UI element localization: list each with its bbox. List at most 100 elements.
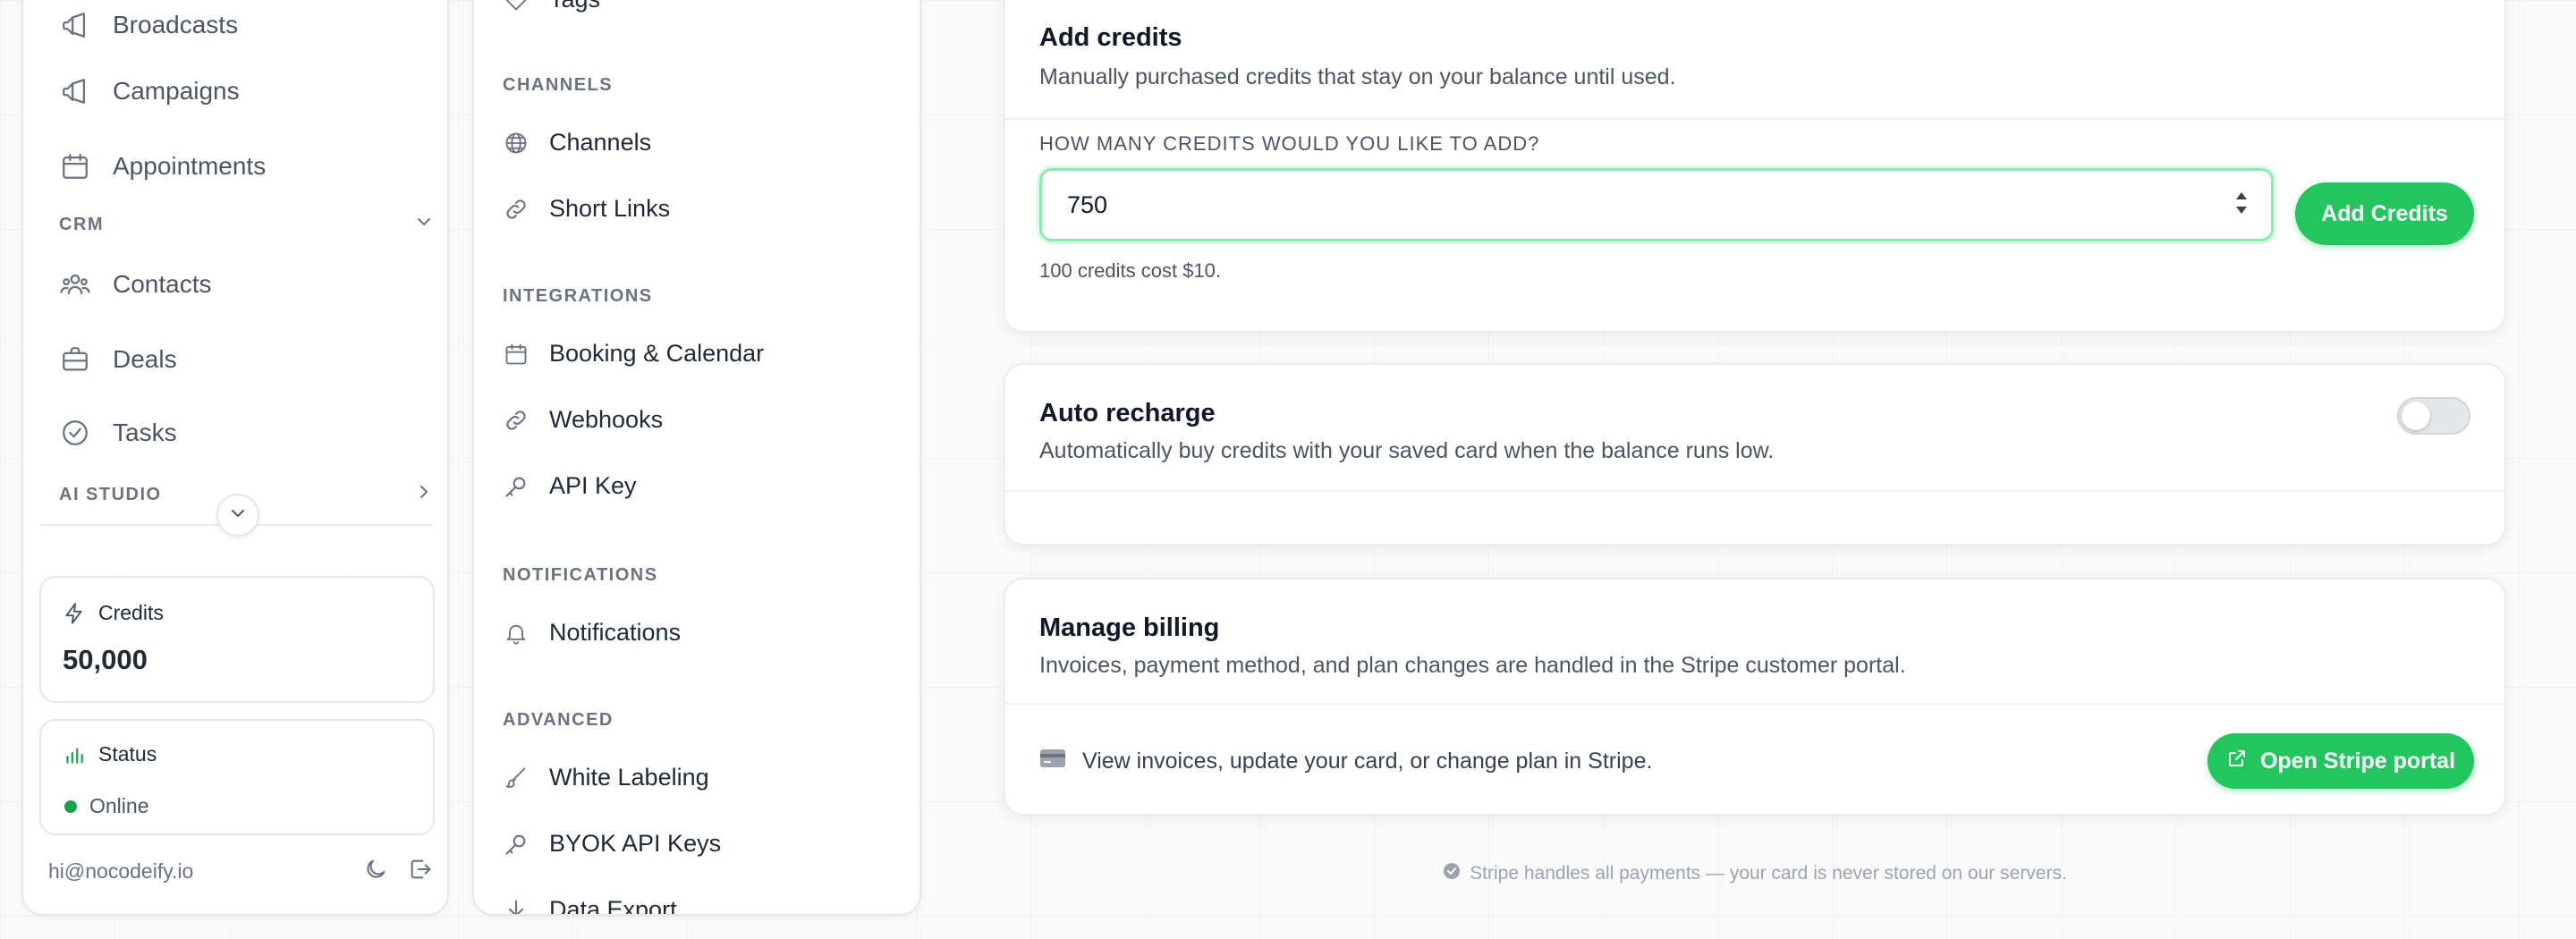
calendar-icon <box>59 150 91 182</box>
section-heading: CHANNELS <box>503 75 614 95</box>
settings-item-label: Booking & Calendar <box>549 340 765 367</box>
credits-quantity-input[interactable]: 750 <box>1039 168 2274 241</box>
bell-icon <box>503 620 530 647</box>
credits-field-label: HOW MANY CREDITS WOULD YOU LIKE TO ADD? <box>1039 132 1540 155</box>
section-heading: AI STUDIO <box>59 484 162 504</box>
auto-recharge-panel: Auto recharge Automatically buy credits … <box>1004 363 2506 546</box>
status-indicator: Online <box>64 794 148 818</box>
settings-item-notifications[interactable]: Notifications <box>503 619 681 647</box>
settings-item-label: White Labeling <box>549 764 709 791</box>
settings-item-webhooks[interactable]: Webhooks <box>503 406 663 434</box>
settings-item-channels[interactable]: Channels <box>503 129 651 156</box>
sidebar-item-label: Appointments <box>113 152 267 180</box>
settings-item-booking-calendar[interactable]: Booking & Calendar <box>503 340 764 368</box>
section-heading: ADVANCED <box>503 710 614 730</box>
main-sidebar: Broadcasts Campaigns Appointments CRM Co… <box>21 0 449 916</box>
panel-divider <box>1005 118 2504 120</box>
users-icon <box>59 268 91 300</box>
settings-item-short-links[interactable]: Short Links <box>503 195 670 223</box>
lightning-icon <box>63 602 86 625</box>
megaphone-icon <box>59 75 91 107</box>
section-heading: CRM <box>59 214 105 234</box>
panel-title: Manage billing <box>1039 613 1220 642</box>
section-heading: INTEGRATIONS <box>503 286 653 306</box>
status-label: Status <box>98 742 157 766</box>
tag-icon <box>503 0 530 13</box>
moon-icon[interactable] <box>363 857 388 886</box>
sidebar-item-contacts[interactable]: Contacts <box>59 258 212 311</box>
footer-actions <box>363 857 433 886</box>
add-credits-panel: Add credits Manually purchased credits t… <box>1004 0 2506 333</box>
bar-chart-icon <box>63 743 86 766</box>
status-value: Online <box>89 794 149 817</box>
sidebar-collapse-button[interactable] <box>216 494 259 537</box>
globe-icon <box>503 130 530 156</box>
panel-title: Add credits <box>1039 23 1182 52</box>
sidebar-item-broadcasts[interactable]: Broadcasts <box>59 0 238 52</box>
sidebar-item-label: Contacts <box>113 270 212 298</box>
settings-item-label: API Key <box>549 472 637 499</box>
panel-description: Manually purchased credits that stay on … <box>1039 64 1676 89</box>
sidebar-item-label: Broadcasts <box>113 11 239 38</box>
sidebar-item-label: Tasks <box>113 419 177 446</box>
status-label-row: Status <box>63 742 157 766</box>
settings-item-data-export[interactable]: Data Export <box>503 896 677 916</box>
settings-nav: Tags CHANNELS Channels Short Links INTEG… <box>472 0 921 916</box>
billing-info-row: View invoices, update your card, or chan… <box>1039 748 1652 775</box>
credits-input-value: 750 <box>1067 190 1108 218</box>
sidebar-item-tasks[interactable]: Tasks <box>59 406 177 460</box>
settings-item-label: Webhooks <box>549 406 664 433</box>
pricing-hint: 100 credits cost $10. <box>1039 259 1222 282</box>
credits-value: 50,000 <box>63 644 148 675</box>
add-credits-button[interactable]: Add Credits <box>2295 182 2474 245</box>
section-heading: NOTIFICATIONS <box>503 565 658 585</box>
credits-label-row: Credits <box>63 601 164 625</box>
auto-recharge-toggle[interactable] <box>2397 397 2470 435</box>
credits-card: Credits 50,000 <box>39 576 435 703</box>
settings-item-label: Tags <box>549 0 600 13</box>
briefcase-icon <box>59 343 91 376</box>
chevron-down-icon <box>227 503 249 529</box>
crm-section-toggle[interactable]: CRM <box>59 211 435 238</box>
panel-description: Invoices, payment method, and plan chang… <box>1039 653 1906 678</box>
sidebar-item-appointments[interactable]: Appointments <box>59 140 266 193</box>
settings-item-label: Notifications <box>549 619 682 646</box>
status-card: Status Online <box>39 719 435 835</box>
logout-icon[interactable] <box>408 857 433 886</box>
check-circle-icon <box>59 417 91 449</box>
footnote-text: Stripe handles all payments — your card … <box>1470 863 2067 884</box>
open-stripe-portal-label: Open Stripe portal <box>2259 748 2456 774</box>
sidebar-item-label: Campaigns <box>113 77 240 105</box>
external-link-icon <box>2226 748 2248 775</box>
settings-item-label: Short Links <box>549 195 671 222</box>
open-stripe-portal-button[interactable]: Open Stripe portal <box>2207 733 2474 789</box>
quantity-stepper[interactable] <box>2233 190 2250 216</box>
chevron-right-icon <box>413 481 435 508</box>
settings-item-byok-api-keys[interactable]: BYOK API Keys <box>503 830 721 858</box>
link-icon <box>503 407 530 434</box>
settings-item-white-labeling[interactable]: White Labeling <box>503 764 709 791</box>
credit-card-icon <box>1039 748 1066 775</box>
settings-item-label: Data Export <box>549 896 677 916</box>
settings-item-tags[interactable]: Tags <box>503 0 600 13</box>
settings-item-label: BYOK API Keys <box>549 830 722 857</box>
user-email: hi@nocodeify.io <box>48 859 194 883</box>
shield-check-icon <box>1443 862 1461 885</box>
sidebar-item-label: Deals <box>113 345 177 373</box>
settings-item-api-key[interactable]: API Key <box>503 472 637 500</box>
panel-divider <box>1005 490 2504 492</box>
status-dot <box>64 799 77 813</box>
key-icon <box>503 473 530 500</box>
sidebar-item-deals[interactable]: Deals <box>59 333 177 386</box>
brush-icon <box>503 765 530 791</box>
download-icon <box>503 897 530 914</box>
settings-item-label: Channels <box>549 129 652 156</box>
link-icon <box>503 196 530 223</box>
panel-title: Auto recharge <box>1039 399 1216 427</box>
chevron-down-icon <box>413 211 435 238</box>
calendar-icon <box>503 341 530 368</box>
sidebar-footer: hi@nocodeify.io <box>48 857 433 886</box>
sidebar-item-campaigns[interactable]: Campaigns <box>59 64 240 118</box>
credits-label: Credits <box>98 601 164 624</box>
security-footnote: Stripe handles all payments — your card … <box>1004 862 2506 885</box>
